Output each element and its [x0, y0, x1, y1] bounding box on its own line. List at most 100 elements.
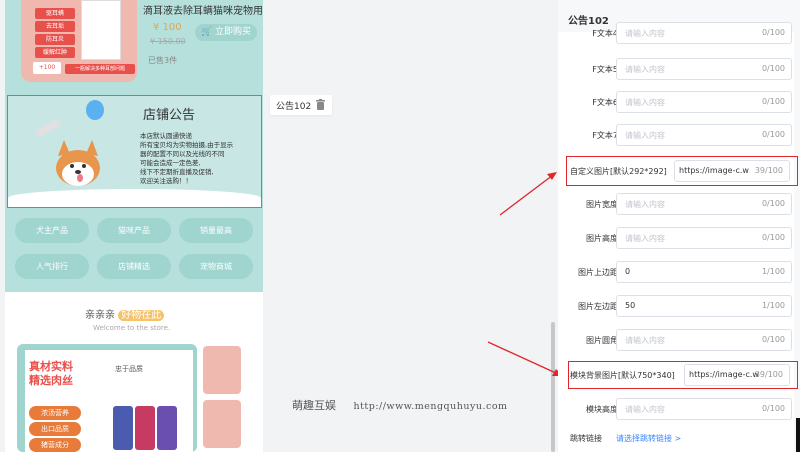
char-count: 0/100 [761, 97, 785, 106]
buy-now-button[interactable]: 🛒 立即购买 [195, 24, 257, 41]
jump-link-selector[interactable]: 请选择跳转链接 > [616, 433, 681, 444]
product-old-price: ¥ 150.00 [150, 37, 186, 46]
settings-form: F文本4 请输入内容 0/100 F文本5 请输入内容 0/100 F文本6 请… [558, 22, 798, 452]
product-can-graphic [135, 406, 155, 450]
corgi-graphic [56, 140, 100, 186]
welcome-title-a: 亲亲亲 [85, 310, 115, 321]
input-value: 0 [625, 267, 631, 276]
notice-line: 欢迎关注选购！！ [140, 177, 192, 185]
welcome-title-b: 好物在此 [118, 310, 165, 321]
text-input[interactable]: 请输入内容 0/100 [616, 91, 792, 113]
product-price: ¥ 100 [153, 22, 182, 33]
cart-icon: 🛒 [200, 27, 213, 37]
char-count: 1/100 [761, 301, 785, 310]
panel-scrollbar[interactable] [796, 418, 800, 452]
text-input[interactable]: 请输入内容 0/100 [616, 227, 792, 249]
char-count: 0/100 [761, 335, 785, 344]
text-input[interactable]: 请输入内容 0/100 [616, 22, 792, 44]
phone-preview: 驱耳螨 去耳垢 防耳炎 缓解红肿 +100 一瓶解决多种耳部问题 滴耳液去除耳螨… [5, 0, 263, 452]
text-input[interactable]: 请输入内容 0/100 [616, 398, 792, 420]
category-button[interactable]: 犬主产品 [15, 218, 89, 243]
text-input[interactable]: 请输入内容 0/100 [616, 124, 792, 146]
trash-icon[interactable] [316, 99, 325, 110]
text-input[interactable]: 请输入内容 0/100 [616, 193, 792, 215]
field-text6: F文本6 请输入内容 0/100 [558, 91, 794, 115]
promo-section: 真材实料 精选肉丝 忠于品质 浓汤营养 出口品质 猪营成分 [5, 342, 263, 452]
component-chip[interactable]: 公告102 [270, 95, 332, 115]
watermark-url: http://www.mengquhuyu.com [353, 401, 508, 412]
field-image-height: 图片高度 请输入内容 0/100 [558, 227, 794, 251]
welcome-subtitle: Welcome to the store. [93, 324, 171, 332]
url-input[interactable]: https://image-c.w 39/100 [684, 364, 790, 386]
input-placeholder: 请输入内容 [625, 131, 665, 140]
field-module-bg-image: 模块背景图片[默认750*340] https://image-c.w 39/1… [558, 364, 794, 388]
product-can-graphic [113, 406, 133, 450]
product-image-tags: 驱耳螨 去耳垢 防耳炎 缓解红肿 [35, 8, 75, 60]
promo-side-card[interactable] [203, 346, 241, 394]
char-count: 0/100 [761, 28, 785, 37]
product-image-banner: 一瓶解决多种耳部问题 [65, 64, 135, 74]
text-input[interactable]: 0 1/100 [616, 261, 792, 283]
notice-body: 本店默认圆通快递 所有宝贝均为实物拍摄,由于显示 器的配置不同以及光线的不同 可… [140, 132, 255, 186]
notice-line: 本店默认圆通快递 [140, 132, 192, 140]
char-count: 0/100 [761, 233, 785, 242]
input-placeholder: 请输入内容 [625, 65, 665, 74]
notice-line: 可能会造成一定色差, [140, 159, 201, 167]
product-card[interactable]: 驱耳螨 去耳垢 防耳炎 缓解红肿 +100 一瓶解决多种耳部问题 滴耳液去除耳螨… [15, 0, 263, 90]
welcome-section: 亲亲亲 好物在此 Welcome to the store. [5, 292, 263, 342]
product-bottle-graphic [81, 0, 121, 60]
char-count: 0/100 [761, 130, 785, 139]
input-value: https://image-c.wein [679, 166, 749, 175]
field-custom-image: 自定义图片[默认292*292] https://image-c.wein 39… [558, 160, 794, 184]
input-value: https://image-c.w [689, 370, 759, 379]
promo-side-card[interactable] [203, 400, 241, 448]
field-label: 图片上边距 [578, 268, 618, 277]
product-title: 滴耳液去除耳螨猫咪宠物用 [143, 6, 263, 17]
category-button[interactable]: 销量最高 [179, 218, 253, 243]
url-input[interactable]: https://image-c.wein 39/100 [674, 160, 790, 182]
input-value: 50 [625, 301, 636, 310]
jump-link-row: 跳转链接 请选择跳转链接 > [558, 428, 794, 448]
notice-line: 线下不定期折直播及促销, [140, 168, 214, 176]
text-input[interactable]: 请输入内容 0/100 [616, 58, 792, 80]
category-button[interactable]: 店铺精选 [97, 254, 171, 279]
field-label: 自定义图片[默认292*292] [570, 167, 667, 176]
field-image-width: 图片宽度 请输入内容 0/100 [558, 193, 794, 217]
text-input[interactable]: 请输入内容 0/100 [616, 329, 792, 351]
category-button[interactable]: 猫咪产品 [97, 218, 171, 243]
product-image-tag: 缓解红肿 [35, 47, 75, 58]
char-count: 0/100 [761, 64, 785, 73]
field-label: 图片宽度 [586, 200, 618, 209]
promo-brand: 忠于品质 [115, 365, 143, 373]
promo-headline: 真材实料 精选肉丝 [29, 360, 73, 388]
field-module-height: 模块高度 请输入内容 0/100 [558, 398, 794, 422]
char-count: 0/100 [761, 199, 785, 208]
field-label: F文本4 [592, 29, 618, 38]
promo-pill: 浓汤营养 [29, 406, 81, 420]
product-can-graphic [157, 406, 177, 450]
input-placeholder: 请输入内容 [625, 29, 665, 38]
input-placeholder: 请输入内容 [625, 98, 665, 107]
promo-headline-line: 真材实料 [29, 360, 73, 373]
input-placeholder: 请输入内容 [625, 200, 665, 209]
field-label: 图片左边距 [578, 302, 618, 311]
field-label: F文本7 [592, 131, 618, 140]
settings-panel: 公告102 F文本4 请输入内容 0/100 F文本5 请输入内容 0/100 … [558, 0, 800, 452]
product-image-tag: 去耳垢 [35, 21, 75, 32]
text-input[interactable]: 50 1/100 [616, 295, 792, 317]
notice-title: 店铺公告 [143, 108, 196, 123]
jump-link-label: 跳转链接 [570, 434, 602, 443]
promo-main-card[interactable]: 真材实料 精选肉丝 忠于品质 浓汤营养 出口品质 猪营成分 [17, 344, 197, 452]
buy-now-label: 立即购买 [215, 27, 252, 37]
field-label: F文本5 [592, 65, 618, 74]
field-image-left-margin: 图片左边距 50 1/100 [558, 295, 794, 319]
store-notice-module[interactable]: 店铺公告 本店默认圆通快递 所有宝贝均为实物拍摄,由于显示 器的配置不同以及光线… [7, 95, 262, 208]
category-button[interactable]: 宠物商城 [179, 254, 253, 279]
product-image: 驱耳螨 去耳垢 防耳炎 缓解红肿 +100 一瓶解决多种耳部问题 [21, 0, 137, 82]
category-button[interactable]: 人气排行 [15, 254, 89, 279]
field-label: 模块高度 [586, 405, 618, 414]
field-text4: F文本4 请输入内容 0/100 [558, 22, 794, 46]
field-image-radius: 图片圆角 请输入内容 0/100 [558, 329, 794, 353]
promo-pill: 猪营成分 [29, 438, 81, 452]
promo-pill: 出口品质 [29, 422, 81, 436]
